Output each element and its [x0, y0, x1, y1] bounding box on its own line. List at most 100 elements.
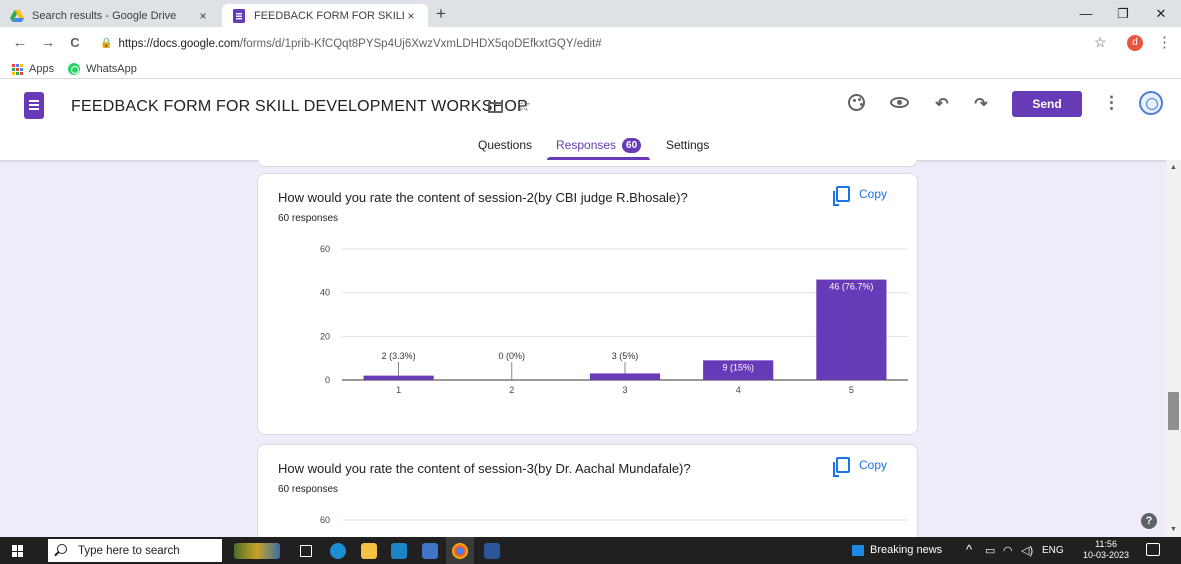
scroll-down-arrow-icon[interactable]: ▼	[1166, 522, 1181, 537]
forward-arrow-icon[interactable]: →	[38, 34, 58, 51]
account-avatar[interactable]	[1139, 91, 1163, 115]
more-options-icon[interactable]: ⋮	[1103, 93, 1120, 113]
forms-header: FEEDBACK FORM FOR SKILL DEVELOPMENT WORK…	[0, 79, 1181, 160]
previous-question-card	[257, 160, 918, 167]
store-icon[interactable]	[422, 543, 438, 559]
x-tick-label: 2	[509, 385, 514, 395]
notifications-icon[interactable]	[1146, 543, 1160, 556]
help-icon[interactable]: ?	[1141, 513, 1157, 529]
y-tick-label: 20	[320, 331, 330, 341]
bar	[589, 373, 661, 380]
data-label: 0 (0%)	[499, 351, 526, 361]
new-tab-button[interactable]: +	[436, 4, 446, 24]
browser-tab-form[interactable]: FEEDBACK FORM FOR SKILL DEVE ×	[222, 4, 428, 27]
bookmark-star-icon[interactable]: ☆	[1094, 34, 1107, 51]
task-view-icon[interactable]	[300, 545, 312, 557]
bar-chart: 60	[320, 515, 908, 525]
bookmark-whatsapp[interactable]: WhatsApp	[68, 63, 137, 75]
bookmark-label: Apps	[29, 63, 55, 75]
data-label: 2 (3.3%)	[382, 351, 416, 361]
y-tick-label: 60	[320, 515, 330, 525]
question-card: How would you rate the content of sessio…	[257, 173, 918, 435]
y-tick-label: 0	[325, 375, 330, 385]
form-tabs: Questions Responses 60 Settings	[0, 135, 1181, 160]
browser-tab-title: Search results - Google Drive	[32, 9, 177, 22]
browser-menu-icon[interactable]: ⋮	[1157, 33, 1172, 51]
url-path: /forms/d/1prib-KfCQqt8PYSp4Uj6XwzVxmLDHD…	[239, 37, 602, 50]
news-icon[interactable]	[852, 545, 864, 556]
tab-questions[interactable]: Questions	[478, 138, 532, 152]
taskbar-search-box[interactable]: Type here to search	[48, 539, 222, 562]
restore-button[interactable]: ❐	[1103, 0, 1143, 27]
google-drive-icon	[10, 9, 24, 22]
reload-icon[interactable]: C	[65, 35, 85, 50]
clock-time: 11:56	[1095, 539, 1117, 549]
tab-responses[interactable]: Responses 60	[556, 138, 642, 153]
tray-chevron-icon[interactable]: ^	[966, 542, 972, 557]
palette-icon[interactable]	[848, 94, 865, 111]
responses-count-badge: 60	[622, 138, 642, 153]
battery-icon[interactable]: ▭	[985, 544, 995, 557]
undo-icon[interactable]: ↶	[931, 94, 953, 114]
data-label: 46 (76.7%)	[829, 282, 873, 292]
browser-toolbar: ← → C 🔒 https://docs.google.com/forms/d/…	[0, 27, 1181, 60]
volume-icon[interactable]: ◁)	[1021, 544, 1033, 557]
y-tick-label: 60	[320, 244, 330, 254]
bookmark-apps[interactable]: Apps	[12, 63, 54, 75]
page-scrollbar[interactable]: ▲ ▼	[1166, 160, 1181, 537]
send-button[interactable]: Send	[1012, 91, 1082, 117]
close-icon[interactable]: ×	[404, 9, 418, 23]
responses-content: How would you rate the content of sessio…	[0, 160, 1181, 537]
bar-chart: 0 20 40 60 1 2 (3.3%) 2 0 (0%) 3 3 (5%) 4 9 (15%) 5 4…	[320, 244, 908, 395]
url-host: https://docs.google.com	[118, 37, 240, 50]
whatsapp-icon	[68, 63, 81, 75]
data-label: 9 (15%)	[722, 362, 754, 372]
y-tick-label: 40	[320, 288, 330, 298]
search-highlight-icon[interactable]	[234, 543, 280, 559]
scroll-up-arrow-icon[interactable]: ▲	[1166, 160, 1181, 175]
scrollbar-thumb[interactable]	[1168, 392, 1179, 430]
bookmark-label: WhatsApp	[86, 63, 137, 75]
x-tick-label: 4	[736, 385, 741, 395]
file-explorer-icon[interactable]	[361, 543, 377, 559]
browser-tab-drive[interactable]: Search results - Google Drive ×	[0, 4, 220, 27]
clock[interactable]: 11:56 10-03-2023	[1083, 539, 1129, 561]
form-title[interactable]: FEEDBACK FORM FOR SKILL DEVELOPMENT WORK…	[71, 98, 528, 116]
redo-icon[interactable]: ↷	[970, 94, 992, 114]
apps-grid-icon	[12, 63, 23, 75]
browser-tab-title: FEEDBACK FORM FOR SKILL DEVE	[254, 9, 404, 22]
bookmarks-bar: Apps WhatsApp	[0, 60, 1181, 79]
bar	[816, 279, 887, 380]
address-bar[interactable]: 🔒 https://docs.google.com/forms/d/1prib-…	[100, 32, 1090, 55]
tab-responses-label: Responses	[556, 138, 617, 152]
language-indicator[interactable]: ENG	[1042, 545, 1064, 556]
folder-icon[interactable]	[488, 102, 503, 113]
wifi-icon[interactable]: ◠	[1003, 544, 1013, 557]
bar	[363, 375, 434, 380]
star-icon[interactable]: ☆	[516, 96, 531, 116]
edge-browser-icon[interactable]	[330, 543, 346, 559]
preview-eye-icon[interactable]	[890, 97, 909, 108]
x-tick-label: 3	[622, 385, 627, 395]
x-tick-label: 1	[396, 385, 401, 395]
news-widget[interactable]: Breaking news	[870, 544, 942, 556]
search-placeholder: Type here to search	[78, 544, 180, 557]
back-arrow-icon[interactable]: ←	[10, 34, 30, 51]
chrome-icon[interactable]	[452, 543, 468, 559]
search-icon	[57, 544, 67, 554]
clock-date: 10-03-2023	[1083, 550, 1130, 560]
windows-taskbar: Type here to search Breaking news ^ ▭ ◠ …	[0, 537, 1181, 564]
word-icon[interactable]	[484, 543, 500, 559]
close-icon[interactable]: ×	[196, 9, 210, 23]
mail-icon[interactable]	[391, 543, 407, 559]
tab-settings[interactable]: Settings	[666, 138, 709, 152]
windows-start-icon[interactable]	[12, 545, 24, 557]
window-close-button[interactable]: ✕	[1141, 0, 1181, 27]
x-tick-label: 5	[849, 385, 854, 395]
google-forms-logo-icon[interactable]	[24, 92, 44, 119]
minimize-button[interactable]: —	[1066, 0, 1106, 27]
google-forms-icon	[233, 8, 245, 23]
profile-avatar[interactable]: d	[1127, 35, 1143, 51]
question-card: How would you rate the content of sessio…	[257, 444, 918, 537]
browser-tab-strip: Search results - Google Drive × FEEDBACK…	[0, 0, 1181, 27]
